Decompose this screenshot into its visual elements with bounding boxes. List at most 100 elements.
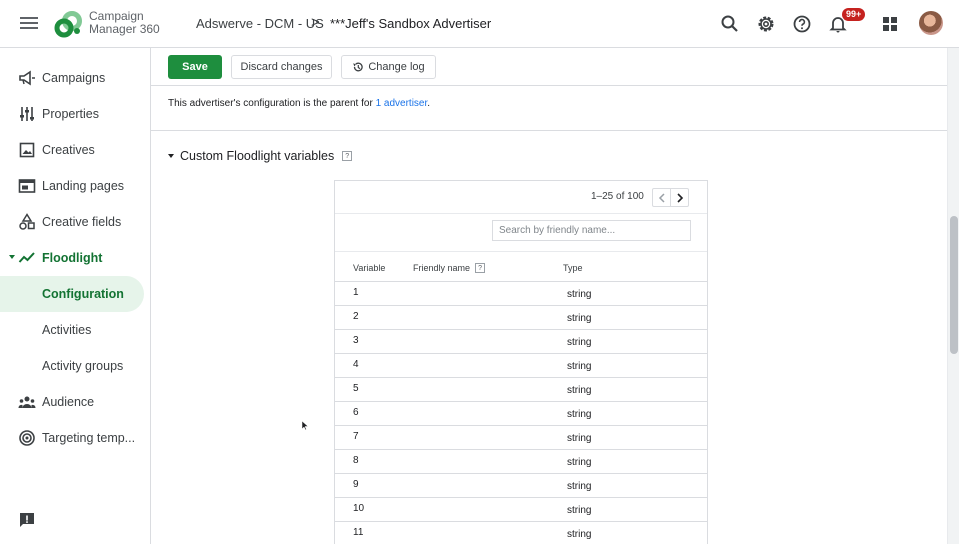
type-cell: string [567,529,592,540]
parent-config-notice: This advertiser's configuration is the p… [168,98,430,109]
sidebar-item-campaigns[interactable]: Campaigns [0,60,144,96]
variable-cell: 4 [353,359,359,370]
scrollbar[interactable] [947,48,959,544]
discard-changes-button[interactable]: Discard changes [231,55,332,79]
variable-cell: 8 [353,455,359,466]
sidebar-item-floodlight[interactable]: Floodlight [0,240,144,276]
table-row[interactable]: 9 string [335,474,707,498]
scrollbar-thumb[interactable] [950,216,958,354]
type-cell: string [567,457,592,468]
pagination-bar: 1–25 of 100 [335,181,707,214]
breadcrumb-account[interactable]: Adswerve - DCM - US [196,16,324,31]
column-header-friendly-name[interactable]: Friendly name? [413,263,486,273]
sidebar-item-label: Campaigns [42,71,106,85]
table-row[interactable]: 2 string [335,306,707,330]
notice-suffix: . [427,98,431,109]
help-icon[interactable]: ? [342,151,353,161]
sidebar-item-activities[interactable]: Activities [0,312,144,348]
column-header-label: Variable [353,263,386,273]
table-header: Variable Friendly name? Type [335,252,707,282]
variable-cell: 1 [353,287,359,298]
save-button[interactable]: Save [168,55,222,79]
sidebar-item-label: Audience [42,395,95,409]
sliders-icon [20,107,34,121]
breadcrumb-separator: > [311,14,320,31]
sidebar-item-activity-groups[interactable]: Activity groups [0,348,144,384]
hamburger-menu-icon[interactable] [18,14,40,34]
table-row[interactable]: 3 string [335,330,707,354]
sidebar-item-creative-fields[interactable]: Creative fields [0,204,144,240]
variable-cell: 5 [353,383,359,394]
search-input[interactable] [492,220,691,241]
sidebar-item-label: Activity groups [42,359,124,373]
type-cell: string [567,433,592,444]
trend-line-icon [18,252,35,263]
sidebar-item-configuration[interactable]: Configuration [0,276,144,312]
variable-cell: 2 [353,311,359,322]
sidebar-item-targeting-templates[interactable]: Targeting temp... [0,420,144,456]
column-header-variable[interactable]: Variable [353,263,385,273]
table-row[interactable]: 10 string [335,498,707,522]
sidebar-item-label: Configuration [42,287,124,301]
next-page-button[interactable] [670,188,689,207]
apps-grid-icon[interactable] [878,12,902,36]
sidebar-item-landing-pages[interactable]: Landing pages [0,168,144,204]
action-toolbar: Save Discard changes Change log [151,48,947,86]
sidebar-item-label: Creatives [42,143,95,157]
table-row[interactable]: 11 string [335,522,707,544]
avatar[interactable] [919,11,943,35]
variable-cell: 6 [353,407,359,418]
notification-badge: 99+ [842,8,866,21]
previous-page-button[interactable] [652,188,671,207]
section-divider [151,130,947,131]
chevron-down-icon [168,154,174,158]
sidebar-item-label: Activities [42,323,92,337]
table-row[interactable]: 1 string [335,282,707,306]
sidebar-item-label: Floodlight [42,251,103,265]
search-icon[interactable] [718,12,742,36]
chevron-left-icon [658,192,665,203]
gear-icon[interactable] [754,12,778,36]
sidebar-item-properties[interactable]: Properties [0,96,144,132]
column-header-type[interactable]: Type [563,263,583,273]
section-title: Custom Floodlight variables [180,149,335,163]
history-icon [353,62,364,72]
feedback-icon[interactable] [19,512,35,528]
pagination-range: 1–25 of 100 [591,191,644,202]
notice-text: This advertiser's configuration is the p… [168,98,376,109]
section-toggle-custom-floodlight-variables[interactable]: Custom Floodlight variables ? [168,149,353,163]
variable-cell: 10 [353,503,365,514]
change-log-button[interactable]: Change log [341,55,436,79]
app-name-line2: Manager 360 [89,22,160,36]
table-row[interactable]: 6 string [335,402,707,426]
mouse-cursor-icon [302,421,308,430]
type-cell: string [567,313,592,324]
table-row[interactable]: 4 string [335,354,707,378]
type-cell: string [567,409,592,420]
type-cell: string [567,481,592,492]
variable-cell: 7 [353,431,359,442]
advertiser-link[interactable]: 1 advertiser [376,98,428,109]
table-row[interactable]: 5 string [335,378,707,402]
type-cell: string [567,385,592,396]
chevron-down-icon [9,255,15,259]
variable-cell: 11 [353,527,364,538]
sidebar-item-creatives[interactable]: Creatives [0,132,144,168]
column-header-label: Friendly name [413,263,471,273]
main-content: Save Discard changes Change log This adv… [151,48,947,544]
help-icon[interactable] [790,12,814,36]
shapes-icon [19,213,35,230]
webpage-icon [18,179,36,193]
sidebar-item-audience[interactable]: Audience [0,384,144,420]
megaphone-icon [19,70,35,86]
breadcrumb-advertiser[interactable]: ***Jeff's Sandbox Advertiser [330,16,491,31]
table-row[interactable]: 7 string [335,426,707,450]
change-log-label: Change log [368,61,425,73]
campaign-manager-logo [54,11,82,38]
table-row[interactable]: 8 string [335,450,707,474]
help-icon[interactable]: ? [475,263,486,273]
sidebar-item-label: Targeting temp... [42,431,136,445]
top-app-bar: Campaign Manager 360 Adswerve - DCM - US… [0,0,959,48]
variable-cell: 9 [353,479,359,490]
column-header-label: Type [563,263,583,273]
